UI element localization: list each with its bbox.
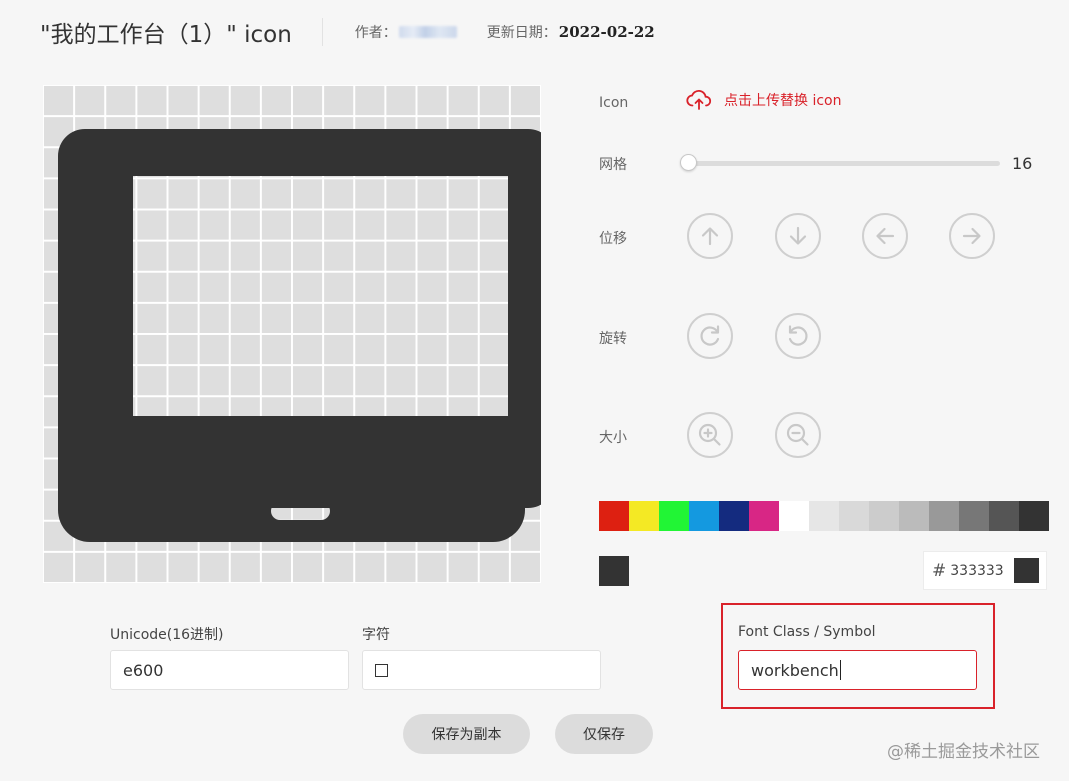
author-label: 作者： — [354, 25, 397, 41]
char-label: 字符 — [362, 627, 390, 643]
color-swatch[interactable] — [929, 501, 959, 531]
color-swatch[interactable] — [659, 501, 689, 531]
unicode-label: Unicode(16进制) — [110, 627, 224, 643]
meta-info: 作者： 更新日期： 2022-02-22 — [355, 22, 655, 42]
arrow-left-icon — [876, 227, 895, 245]
char-field[interactable] — [362, 650, 601, 690]
arrow-right-icon — [962, 227, 981, 245]
arrow-up-icon — [701, 227, 719, 246]
color-swatch[interactable] — [899, 501, 929, 531]
hash-symbol: # — [932, 560, 947, 581]
rotate-counterclockwise-icon — [788, 325, 808, 346]
color-swatch[interactable] — [839, 501, 869, 531]
grid-slider-track — [686, 161, 1000, 166]
save-button[interactable]: 仅保存 — [555, 714, 653, 754]
size-label: 大小 — [599, 430, 627, 446]
text-caret — [839, 660, 841, 680]
grid-label: 网格 — [599, 157, 627, 173]
icon-preview-canvas — [43, 85, 541, 583]
color-palette — [599, 501, 1049, 531]
move-up-button[interactable] — [687, 213, 733, 259]
fontclass-label: Font Class / Symbol — [738, 624, 876, 640]
save-as-copy-button[interactable]: 保存为副本 — [403, 714, 530, 754]
zoom-out-icon — [786, 423, 809, 446]
rotate-counterclockwise-button[interactable] — [775, 313, 821, 359]
icon-label: Icon — [599, 95, 629, 111]
color-swatch[interactable] — [989, 501, 1019, 531]
move-label: 位移 — [599, 231, 627, 247]
move-right-button[interactable] — [949, 213, 995, 259]
rotate-clockwise-icon — [700, 325, 720, 346]
color-swatch[interactable] — [689, 501, 719, 531]
cloud-upload-icon — [686, 89, 712, 110]
color-swatch[interactable] — [629, 501, 659, 531]
glyph-placeholder-box — [375, 663, 388, 677]
fontclass-field[interactable]: workbench — [738, 650, 977, 690]
rotate-label: 旋转 — [599, 331, 627, 347]
rotate-clockwise-button[interactable] — [687, 313, 733, 359]
upload-icon-link[interactable]: 点击上传替换 icon — [686, 89, 841, 111]
move-down-button[interactable] — [775, 213, 821, 259]
color-swatch[interactable] — [779, 501, 809, 531]
upload-text: 点击上传替换 icon — [724, 93, 842, 109]
watermark: @稀土掘金技术社区 — [887, 742, 1040, 762]
hex-color-input[interactable]: # 333333 — [923, 551, 1047, 590]
arrow-down-icon — [789, 226, 807, 245]
color-swatch[interactable] — [1019, 501, 1049, 531]
author-name-blurred — [398, 26, 457, 38]
date-value: 2022-02-22 — [558, 23, 655, 41]
current-color-swatch[interactable] — [599, 556, 629, 586]
unicode-value: e600 — [123, 660, 164, 680]
zoom-in-icon — [698, 423, 721, 446]
page-title: "我的工作台（1）" icon — [40, 22, 292, 48]
zoom-out-button[interactable] — [775, 412, 821, 458]
date-label: 更新日期： — [486, 25, 557, 41]
fontclass-value: workbench — [751, 660, 839, 680]
grid-slider[interactable] — [680, 152, 1000, 174]
color-swatch[interactable] — [959, 501, 989, 531]
move-left-button[interactable] — [862, 213, 908, 259]
unicode-field[interactable]: e600 — [110, 650, 349, 690]
color-swatch[interactable] — [749, 501, 779, 531]
laptop-icon — [58, 129, 541, 542]
zoom-in-button[interactable] — [687, 412, 733, 458]
grid-value: 16 — [1012, 154, 1033, 173]
color-swatch[interactable] — [599, 501, 629, 531]
hex-color-swatch[interactable] — [1014, 558, 1040, 583]
hex-color-value[interactable]: 333333 — [950, 563, 1008, 579]
color-swatch[interactable] — [809, 501, 839, 531]
header-divider — [321, 18, 323, 46]
page-header: "我的工作台（1）" icon 作者： 更新日期： 2022-02-22 — [40, 14, 655, 50]
color-swatch[interactable] — [869, 501, 899, 531]
color-swatch[interactable] — [719, 501, 749, 531]
grid-slider-thumb[interactable] — [680, 154, 697, 171]
